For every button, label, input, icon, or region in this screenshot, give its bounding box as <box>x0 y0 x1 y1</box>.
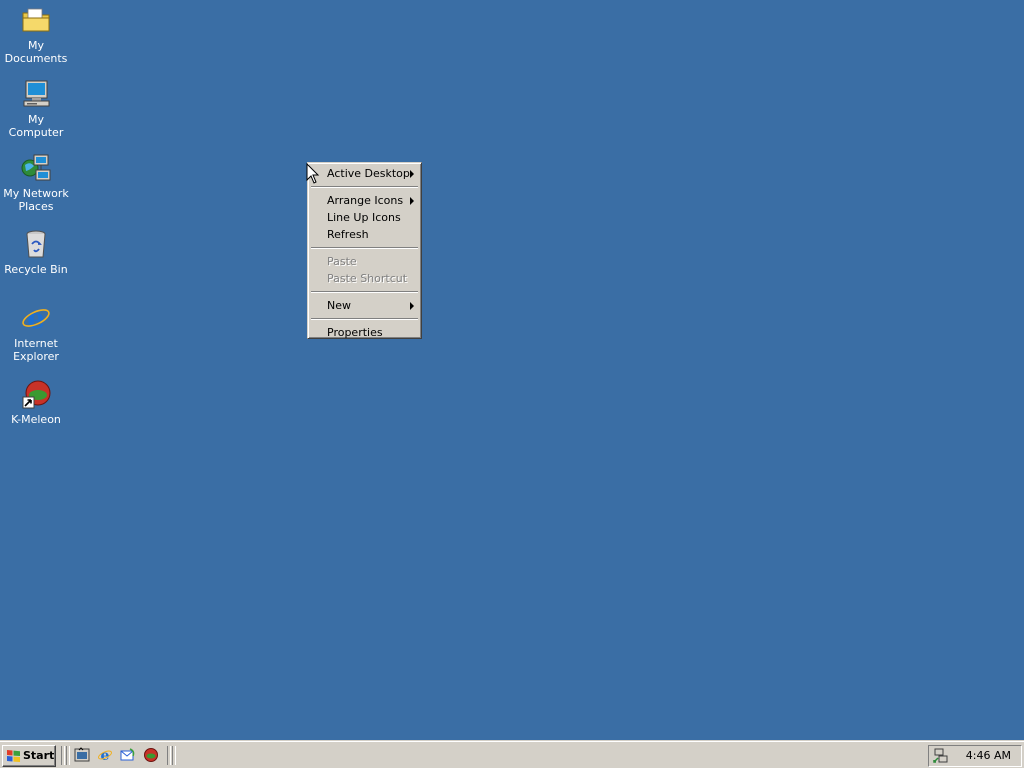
start-button[interactable]: Start <box>2 745 56 767</box>
desktop-icon-label: My Network Places <box>3 187 69 213</box>
menu-item-label: New <box>327 299 351 312</box>
recycle-bin-icon <box>26 230 46 258</box>
desktop[interactable]: My Documents My Computer My Network Plac… <box>0 0 1024 740</box>
desktop-icon-label: Internet Explorer <box>13 337 59 363</box>
outlook-express-icon[interactable] <box>120 747 136 763</box>
taskbar-separator <box>61 746 65 765</box>
desktop-icon-my-computer[interactable]: My Computer <box>0 78 72 139</box>
desktop-icon-label: Recycle Bin <box>4 263 68 276</box>
menu-item-label: Paste Shortcut <box>327 272 408 285</box>
desktop-icon-label: K-Meleon <box>11 413 61 426</box>
taskbar-separator <box>167 746 171 765</box>
desktop-context-menu: Active Desktop Arrange Icons Line Up Ico… <box>307 162 422 339</box>
desktop-icon-label: My Computer <box>8 113 64 139</box>
submenu-arrow-icon <box>410 197 414 205</box>
menu-item-label: Properties <box>327 326 383 339</box>
desktop-icon-k-meleon[interactable]: K-Meleon <box>0 378 72 426</box>
desktop-icon-my-documents[interactable]: My Documents <box>0 4 72 65</box>
menu-item-arrange-icons[interactable]: Arrange Icons <box>310 192 419 209</box>
submenu-arrow-icon <box>410 170 414 178</box>
folder-icon <box>22 8 50 32</box>
desktop-icon-my-network-places[interactable]: My Network Places <box>0 152 72 213</box>
menu-item-paste: Paste <box>310 253 419 270</box>
menu-item-paste-shortcut: Paste Shortcut <box>310 270 419 287</box>
windows-logo-icon <box>7 750 20 762</box>
internet-explorer-icon: e <box>22 302 50 334</box>
menu-item-label: Active Desktop <box>327 167 410 180</box>
menu-separator <box>311 318 418 320</box>
computer-icon <box>23 80 50 107</box>
svg-text:e: e <box>101 748 110 763</box>
clock[interactable]: 4:46 AM <box>966 746 1011 766</box>
menu-item-label: Refresh <box>327 228 369 241</box>
k-meleon-icon[interactable] <box>143 747 159 763</box>
taskbar-separator <box>172 746 176 765</box>
internet-explorer-icon[interactable]: e <box>97 747 113 763</box>
menu-item-refresh[interactable]: Refresh <box>310 226 419 243</box>
menu-separator <box>311 247 418 249</box>
menu-item-label: Paste <box>327 255 357 268</box>
menu-separator <box>311 186 418 188</box>
menu-separator <box>311 291 418 293</box>
menu-item-line-up-icons[interactable]: Line Up Icons <box>310 209 419 226</box>
menu-item-properties[interactable]: Properties <box>310 324 419 341</box>
menu-item-new[interactable]: New <box>310 297 419 314</box>
desktop-icon-label: My Documents <box>4 39 68 65</box>
k-meleon-icon <box>22 380 51 409</box>
taskbar-separator <box>66 746 70 765</box>
menu-item-label: Arrange Icons <box>327 194 404 207</box>
svg-text:e: e <box>27 302 45 334</box>
desktop-icon-recycle-bin[interactable]: Recycle Bin <box>0 228 72 276</box>
network-icon <box>21 154 51 181</box>
start-label: Start <box>23 749 55 762</box>
show-desktop-icon[interactable] <box>74 747 90 763</box>
system-tray: 4:46 AM <box>928 745 1022 767</box>
network-tray-icon[interactable] <box>933 748 949 764</box>
submenu-arrow-icon <box>410 302 414 310</box>
menu-item-label: Line Up Icons <box>327 211 401 224</box>
menu-item-active-desktop[interactable]: Active Desktop <box>310 165 419 182</box>
taskbar: Start e 4:46 AM <box>0 740 1024 768</box>
desktop-icon-internet-explorer[interactable]: e Internet Explorer <box>0 302 72 363</box>
